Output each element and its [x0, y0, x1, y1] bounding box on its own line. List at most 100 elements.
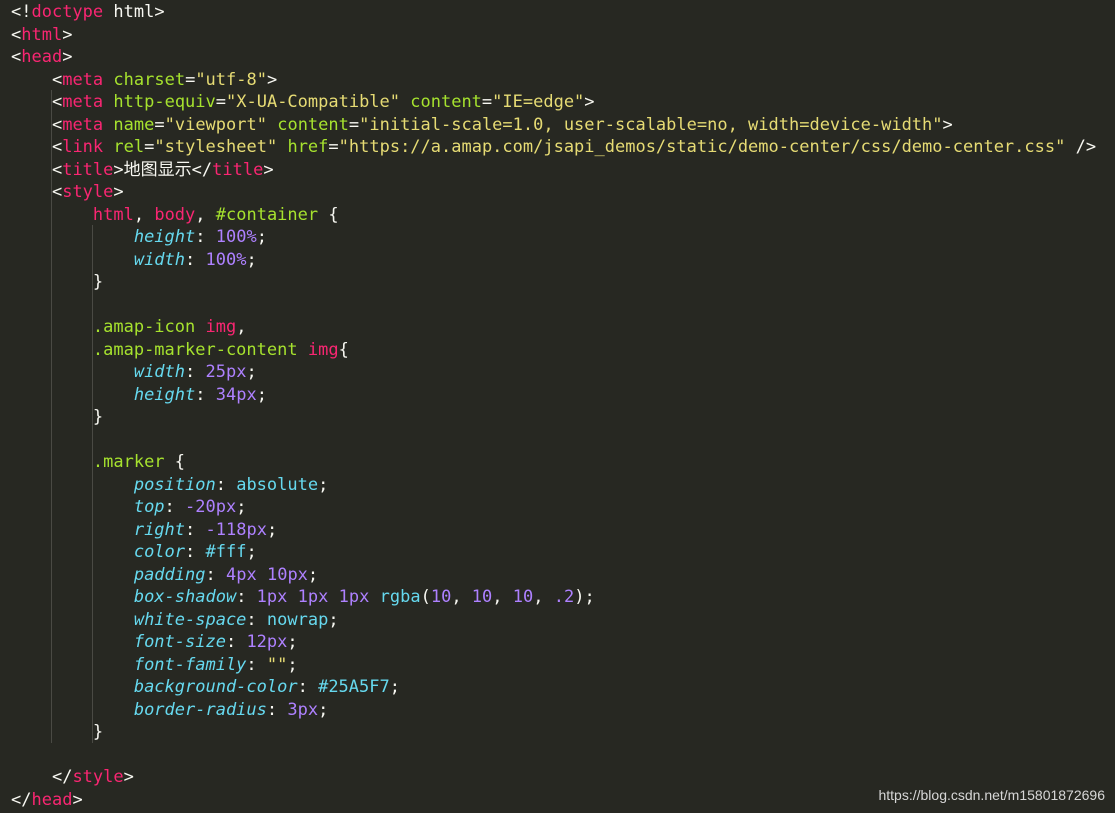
code-line[interactable]: height: 34px;: [11, 384, 1096, 407]
code-token: >: [123, 767, 134, 787]
code-line[interactable]: background-color: #25A5F7;: [11, 676, 1096, 699]
code-line[interactable]: color: #fff;: [11, 541, 1096, 564]
code-token: style: [62, 182, 114, 202]
code-token: #fff: [205, 542, 247, 562]
code-line[interactable]: <meta http-equiv="X-UA-Compatible" conte…: [11, 91, 1096, 114]
code-token: content: [410, 92, 482, 112]
code-token: style: [72, 767, 124, 787]
code-token: charset: [113, 69, 186, 90]
code-line[interactable]: [11, 744, 1096, 767]
code-line[interactable]: <title>地图显示</title>: [11, 159, 1096, 182]
code-token: ;: [266, 519, 278, 540]
code-token: ,: [195, 204, 216, 225]
code-line[interactable]: right: -118px;: [11, 519, 1096, 542]
code-token: :: [215, 474, 237, 495]
code-token: (: [420, 587, 431, 607]
code-line[interactable]: border-radius: 3px;: [11, 699, 1096, 722]
code-token: <: [11, 24, 22, 45]
code-token: 25: [205, 362, 226, 382]
code-line[interactable]: <meta charset="utf-8">: [11, 69, 1096, 92]
code-line[interactable]: width: 25px;: [11, 361, 1096, 384]
code-token: px: [266, 587, 288, 607]
code-line[interactable]: box-shadow: 1px 1px 1px rgba(10, 10, 10,…: [11, 586, 1096, 609]
code-token: >: [584, 92, 595, 112]
code-token: ;: [287, 654, 298, 675]
code-token: :: [236, 587, 257, 607]
code-line[interactable]: <head>: [11, 46, 1096, 69]
code-token: =: [185, 69, 196, 90]
code-token: href: [287, 137, 329, 157]
code-token: ;: [236, 497, 247, 517]
code-token: 3: [287, 699, 298, 720]
code-line[interactable]: top: -20px;: [11, 496, 1096, 519]
code-line[interactable]: }: [11, 721, 1096, 744]
code-token: 10: [512, 587, 534, 607]
code-line[interactable]: .marker {: [11, 451, 1096, 474]
code-token: =: [348, 114, 360, 135]
code-line[interactable]: position: absolute;: [11, 474, 1096, 497]
code-token: "stylesheet": [154, 137, 278, 157]
code-line[interactable]: <!doctype html>: [11, 1, 1096, 24]
code-token: "": [266, 654, 288, 675]
code-line[interactable]: <link rel="stylesheet" href="https://a.a…: [11, 136, 1096, 159]
code-token: 10: [266, 564, 288, 585]
code-token: top: [133, 497, 165, 517]
code-line[interactable]: font-size: 12px;: [11, 631, 1096, 654]
code-token: html: [21, 24, 63, 45]
code-line[interactable]: .amap-icon img,: [11, 316, 1096, 339]
code-token: 10: [430, 587, 452, 607]
code-line[interactable]: html, body, #container {: [11, 204, 1096, 227]
code-token: ;: [246, 542, 257, 562]
code-token: #25A5F7: [318, 677, 390, 697]
code-line[interactable]: }: [11, 271, 1096, 294]
code-token: ;: [389, 677, 400, 697]
code-token: html: [103, 2, 155, 22]
code-token: content: [277, 114, 349, 135]
code-content[interactable]: <!doctype html> <html> <head> <meta charse…: [11, 1, 1096, 811]
code-line[interactable]: width: 100%;: [11, 249, 1096, 272]
watermark: https://blog.csdn.net/m15801872696: [878, 787, 1105, 803]
code-line[interactable]: [11, 294, 1096, 317]
code-token: >: [113, 159, 124, 180]
code-line[interactable]: }: [11, 406, 1096, 429]
code-token: height: [133, 384, 196, 405]
code-token: }: [92, 407, 104, 427]
code-token: 4: [225, 564, 237, 585]
code-token: .2: [553, 587, 575, 607]
code-line[interactable]: font-family: "";: [11, 654, 1096, 677]
code-token: "utf-8": [195, 69, 267, 90]
code-line[interactable]: [11, 429, 1096, 452]
code-token: head: [21, 47, 63, 67]
code-token: <: [51, 182, 63, 202]
code-editor[interactable]: <!doctype html> <html> <head> <meta charse…: [0, 0, 1115, 813]
code-line[interactable]: <html>: [11, 24, 1096, 47]
code-token: -20: [185, 497, 216, 517]
code-token: ,: [451, 587, 472, 607]
code-token: 10: [471, 587, 493, 607]
code-line[interactable]: height: 100%;: [11, 226, 1096, 249]
code-line[interactable]: <meta name="viewport" content="initial-s…: [11, 114, 1096, 137]
code-line[interactable]: .amap-marker-content img{: [11, 339, 1096, 362]
code-token: ;: [256, 384, 267, 405]
code-line[interactable]: white-space: nowrap;: [11, 609, 1096, 632]
code-line[interactable]: </style>: [11, 766, 1096, 789]
code-token: %: [246, 227, 257, 247]
code-line[interactable]: padding: 4px 10px;: [11, 564, 1096, 587]
code-token: color: [133, 542, 186, 562]
code-line[interactable]: <style>: [11, 181, 1096, 204]
code-token: {: [338, 339, 349, 360]
